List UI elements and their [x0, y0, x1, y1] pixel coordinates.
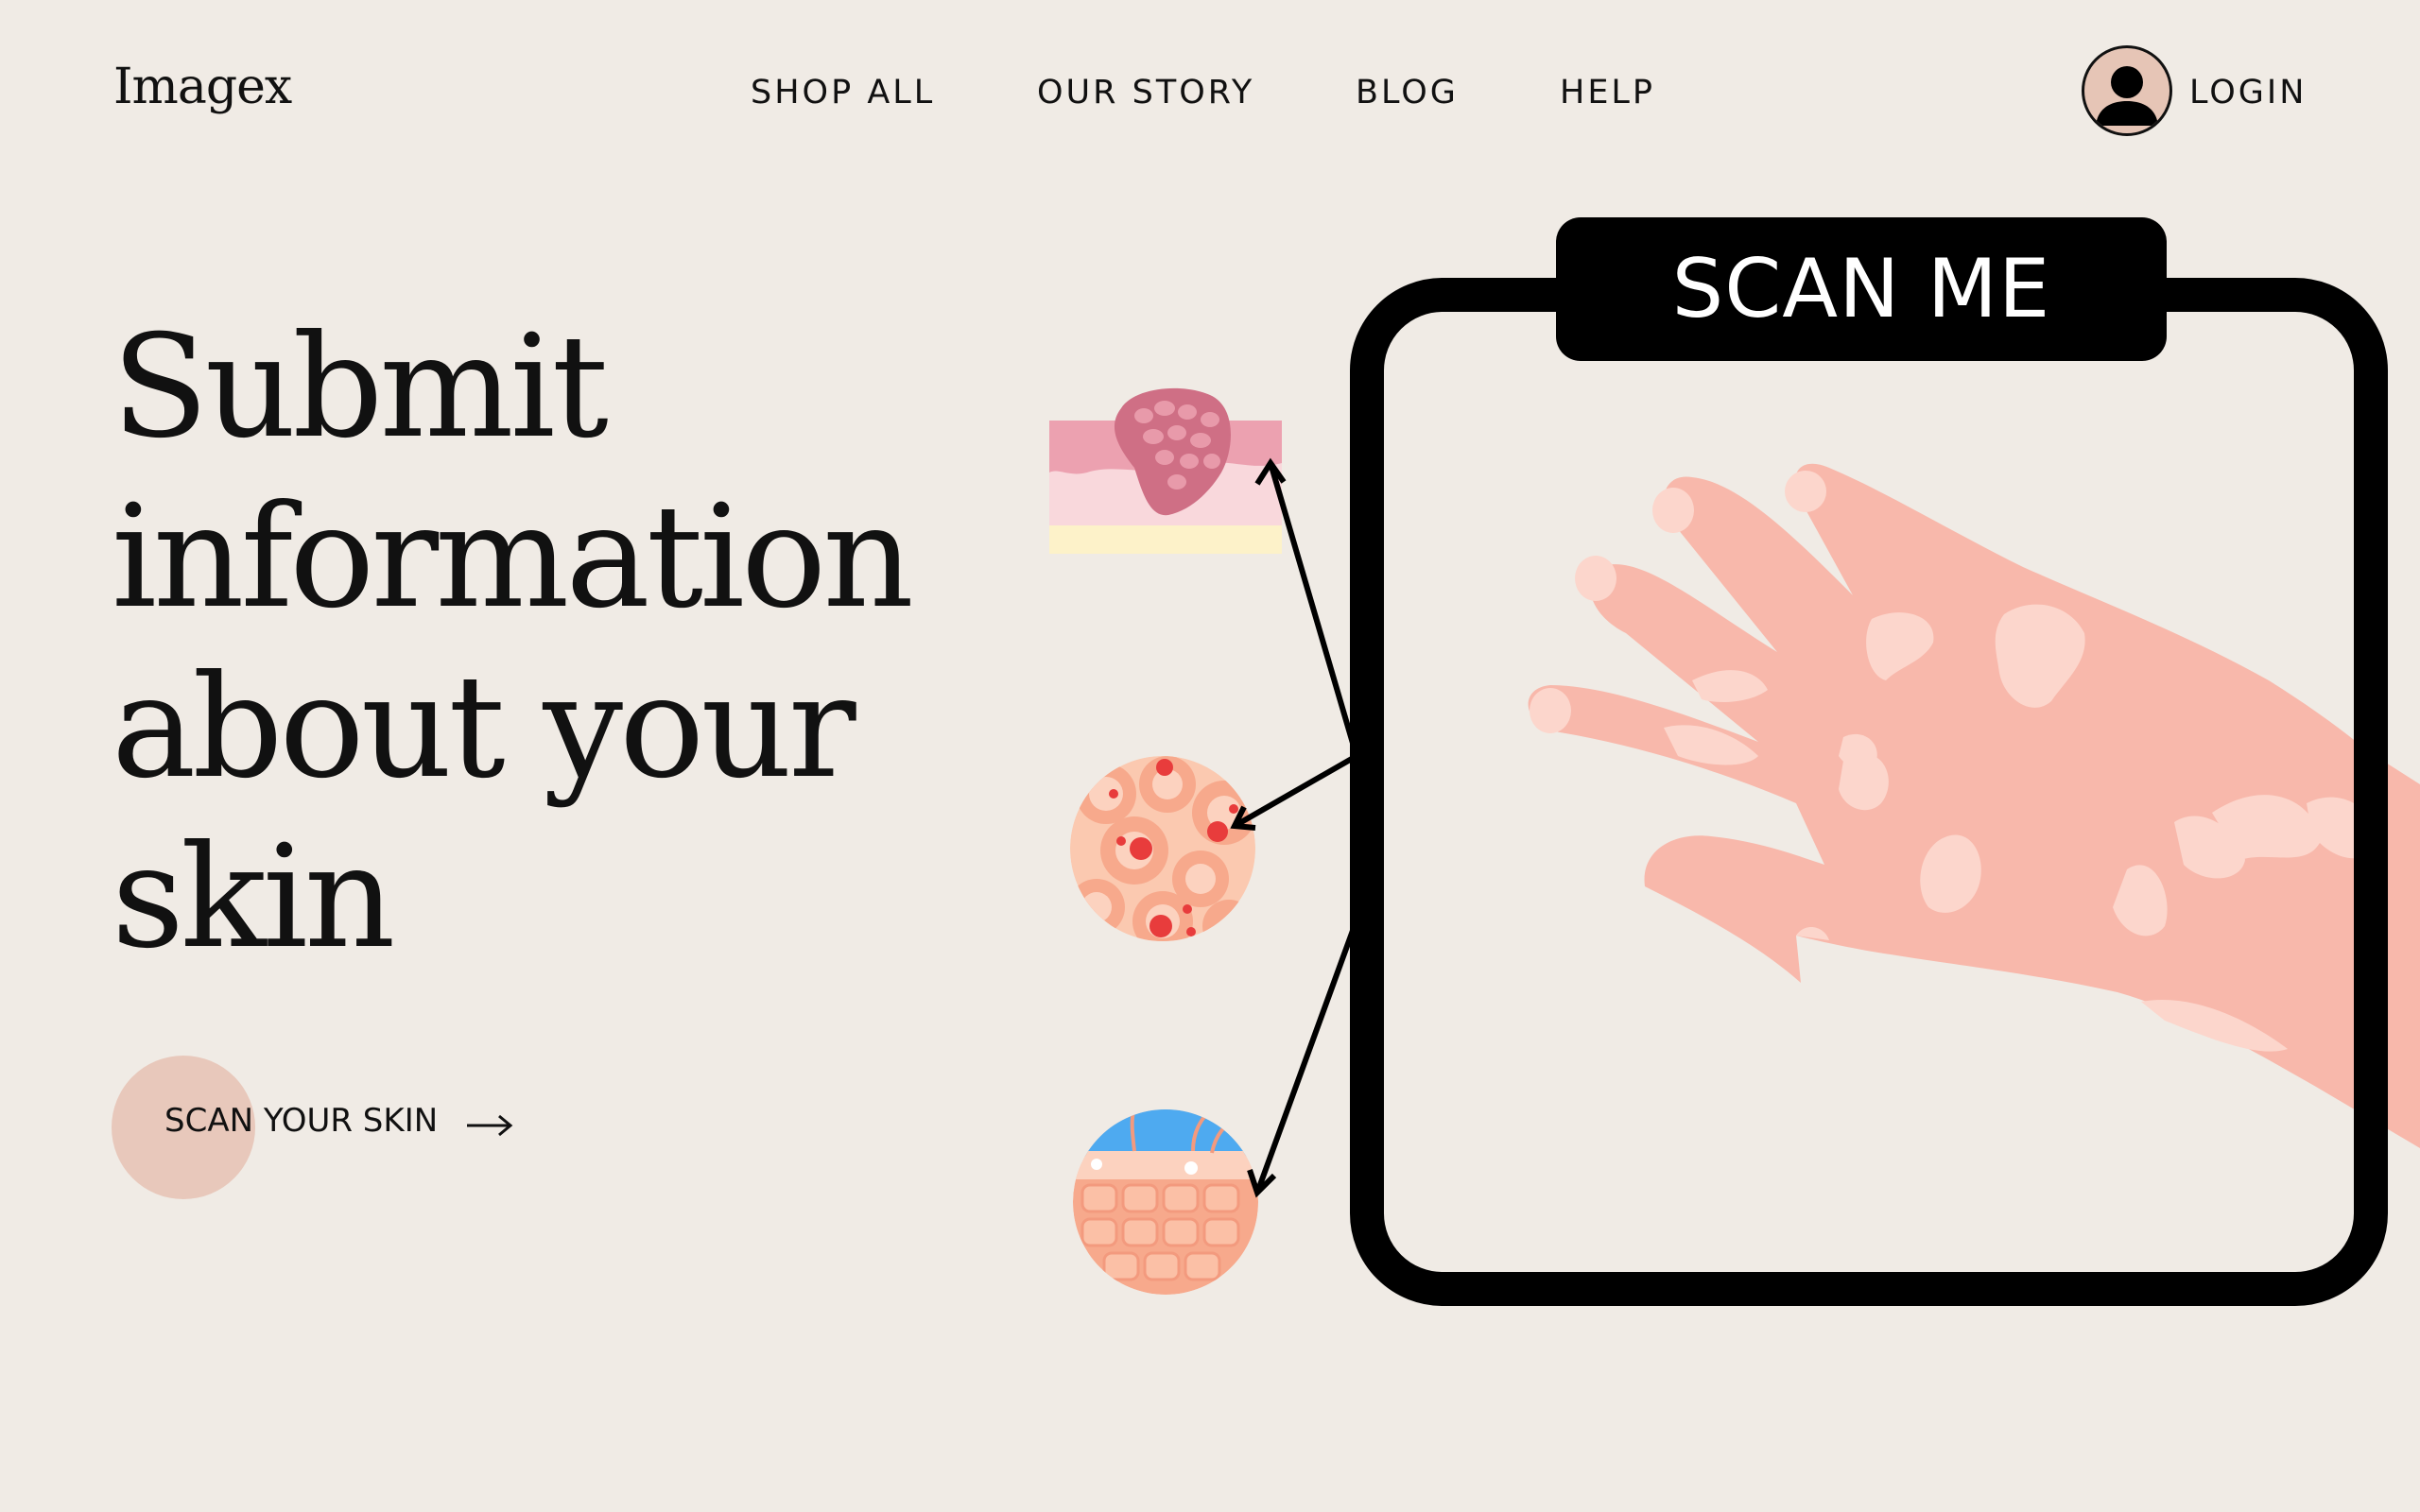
scan-me-button[interactable]: SCAN ME	[1556, 217, 2167, 361]
hand-image	[1528, 463, 2420, 1149]
skin-cells-circle-image	[1073, 1109, 1258, 1295]
skin-cross-section-image	[1049, 387, 1282, 554]
skin-pores-circle-image	[1070, 756, 1255, 941]
pointer-arrows	[1230, 457, 1364, 1198]
